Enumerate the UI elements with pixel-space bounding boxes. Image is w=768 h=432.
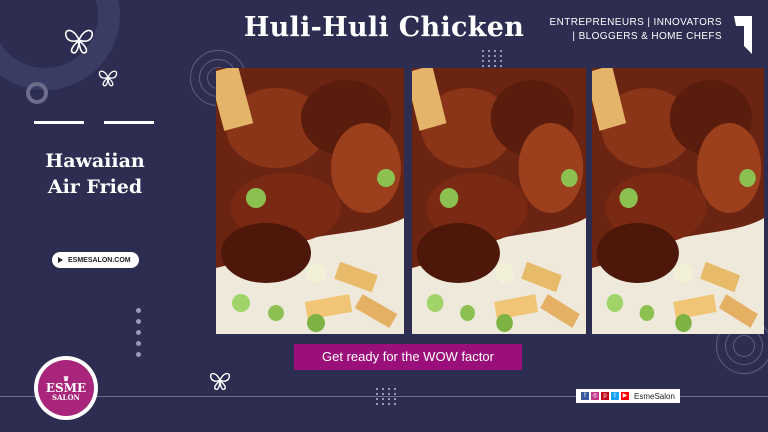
logo-word-1: ESME [45,380,87,395]
twitter-icon[interactable]: t [611,392,619,400]
website-link[interactable]: ESMESALON.COM [52,252,139,268]
arrow-decoration-icon [734,16,752,54]
logo-badge: ♛ ESME SALON [38,360,94,416]
website-label: ESMESALON.COM [68,256,131,264]
chicken-photo [412,68,586,334]
tagline-line-2: | BLOGGERS & HOME CHEFS [572,31,722,42]
decorative-dots [136,308,142,363]
tagline: ENTREPRENEURS | INNOVATORS | BLOGGERS & … [542,16,722,44]
social-handle-badge[interactable]: f ◎ p t ▶ EsmeSalon [576,389,680,403]
divider-left [34,121,84,124]
butterfly-icon [98,70,118,87]
divider-right [104,121,154,124]
butterfly-icon [209,372,231,391]
instagram-icon[interactable]: ◎ [591,392,599,400]
pinterest-icon[interactable]: p [601,392,609,400]
chicken-photo [216,68,404,334]
recipe-subtitle: Hawaiian Air Fried [30,148,160,200]
cta-banner[interactable]: Get ready for the WOW factor [294,344,522,370]
subtitle-line-2: Air Fried [47,176,143,198]
logo-word-2: SALON [52,392,80,402]
subtitle-line-1: Hawaiian [45,150,145,172]
chicken-photo [592,68,764,334]
play-icon [58,257,63,263]
tagline-line-1: ENTREPRENEURS | INNOVATORS [549,17,722,28]
decorative-ring [26,82,48,104]
social-handle: EsmeSalon [634,391,675,401]
facebook-icon[interactable]: f [581,392,589,400]
esme-salon-logo[interactable]: ♛ ESME SALON [34,356,98,420]
youtube-icon[interactable]: ▶ [621,392,629,400]
